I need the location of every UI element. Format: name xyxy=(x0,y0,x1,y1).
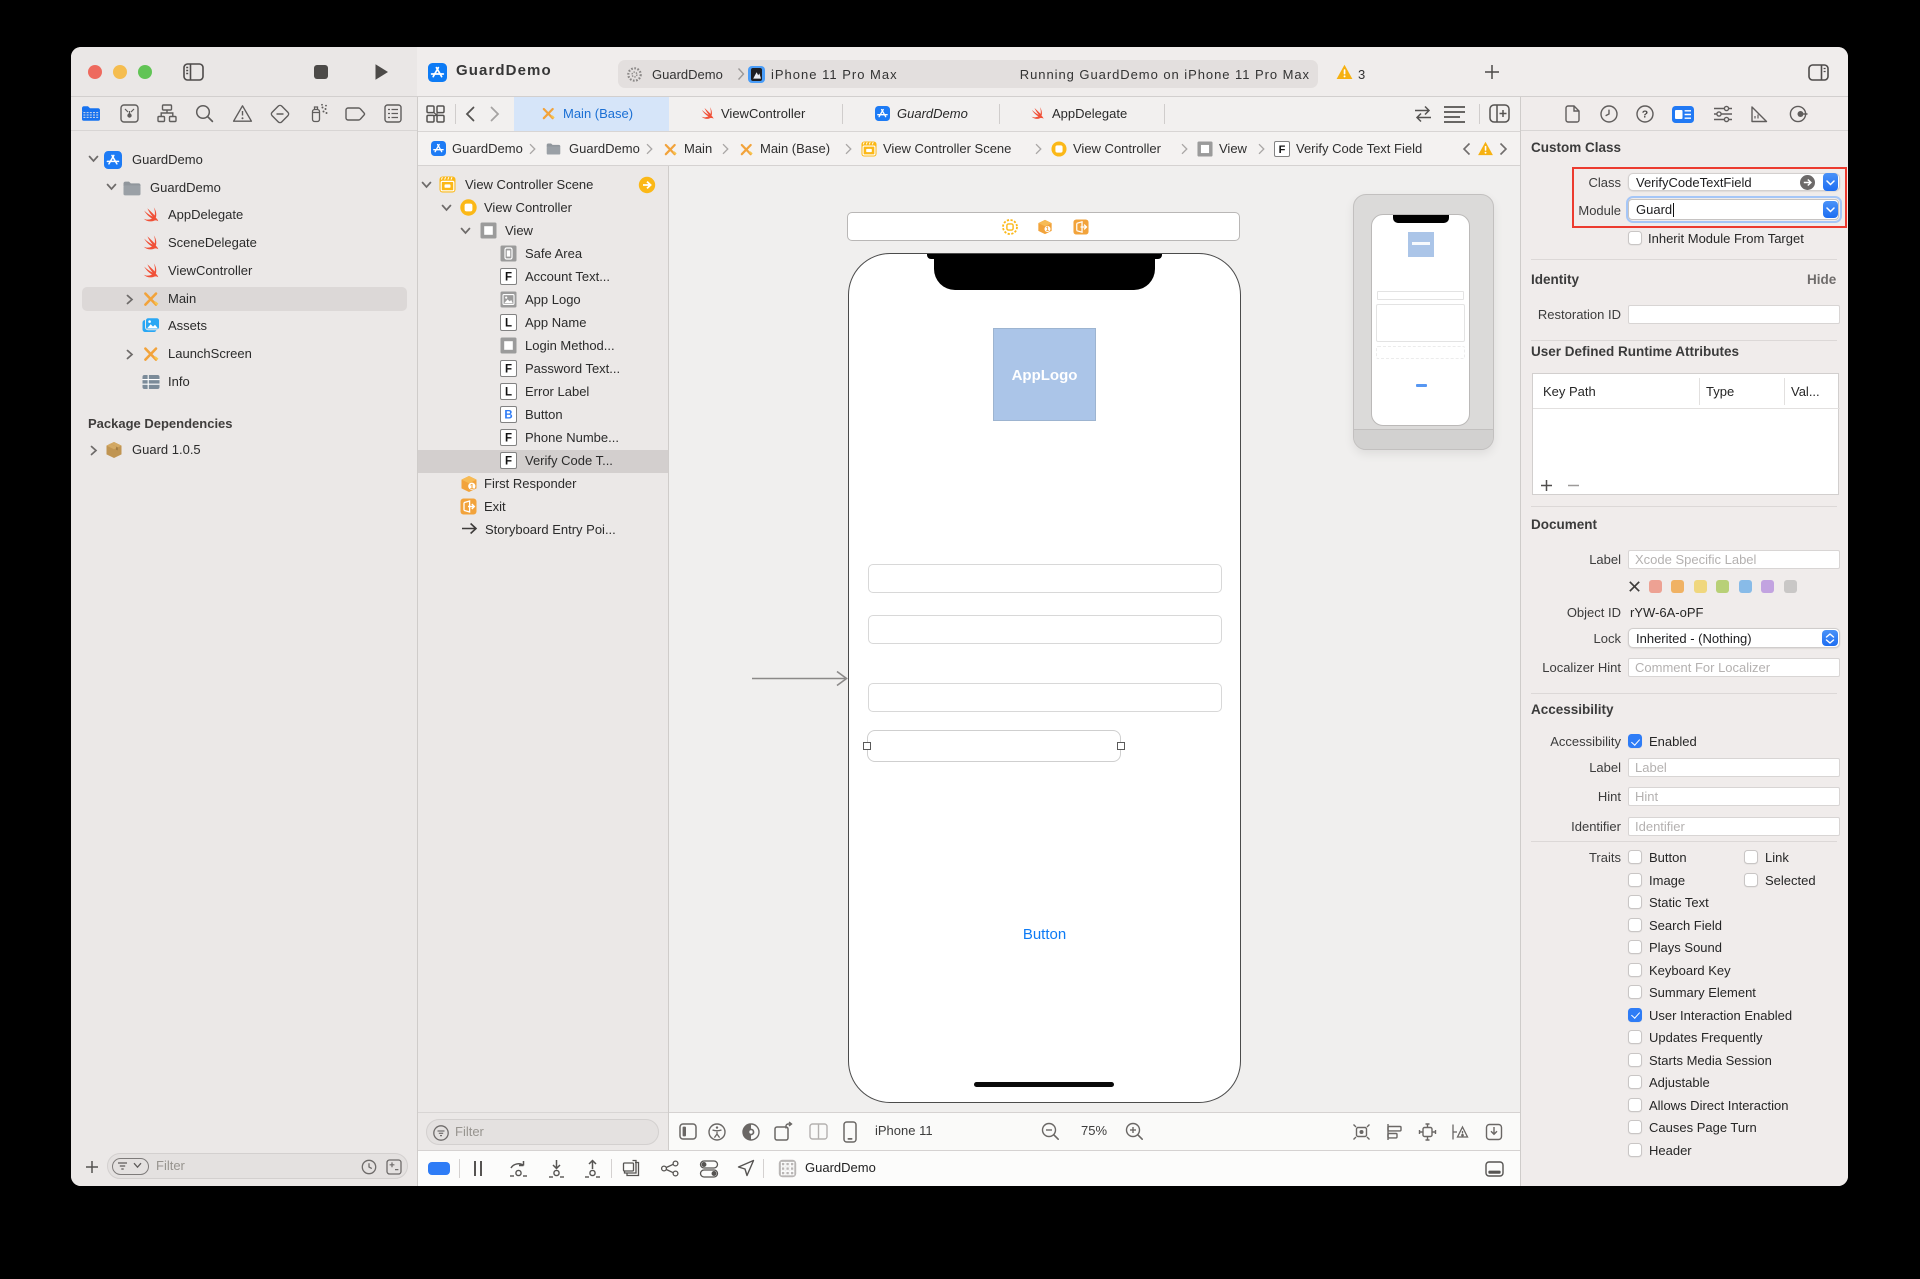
svg-text:?: ? xyxy=(1642,109,1648,121)
svg-text:1: 1 xyxy=(1046,226,1050,233)
svg-text:1: 1 xyxy=(470,482,474,491)
svg-text:F: F xyxy=(1279,144,1286,156)
